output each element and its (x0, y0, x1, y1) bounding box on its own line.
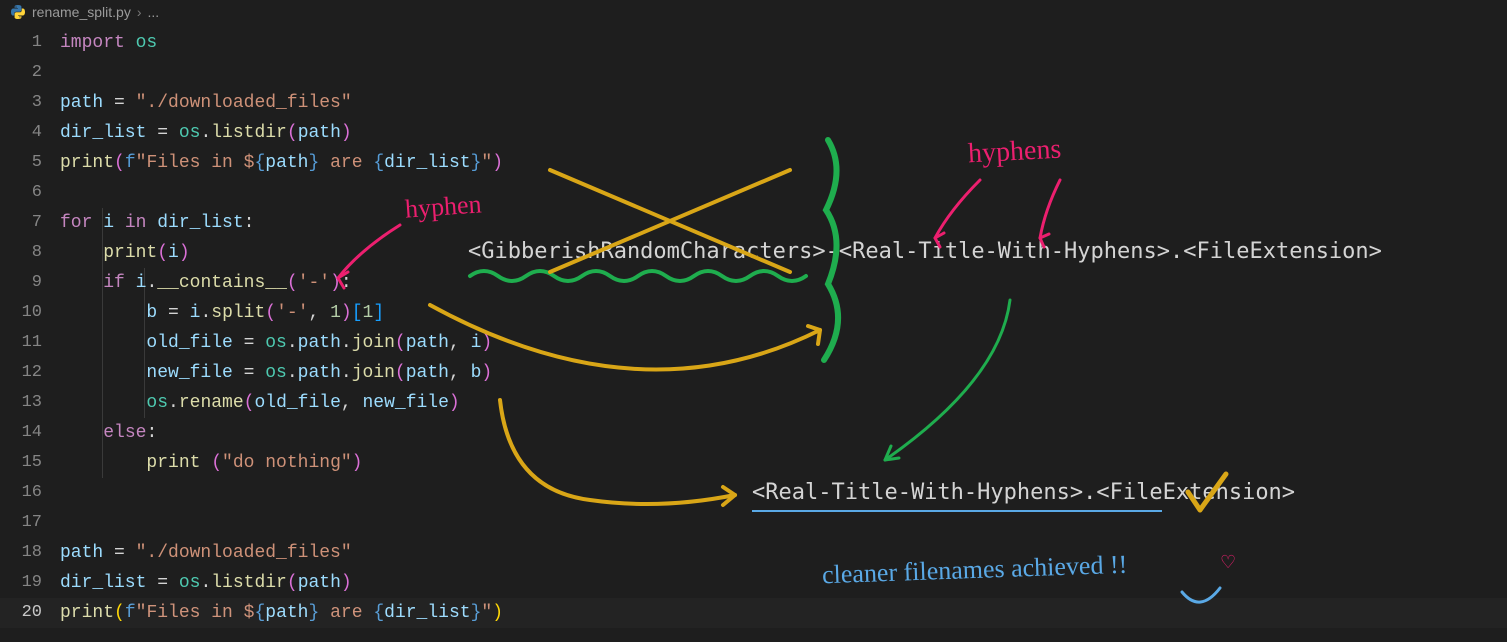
code-line: dir_list = os.listdir(path) (60, 568, 1507, 598)
code-line: path = "./downloaded_files" (60, 538, 1507, 568)
line-number: 1 (0, 28, 60, 58)
line-number: 12 (0, 358, 60, 388)
code-line: if i.__contains__('-'): (60, 268, 1507, 298)
code-line (60, 508, 1507, 538)
code-line: path = "./downloaded_files" (60, 88, 1507, 118)
code-area[interactable]: import os path = "./downloaded_files" di… (60, 24, 1507, 642)
line-number: 5 (0, 148, 60, 178)
code-line: b = i.split('-', 1)[1] (60, 298, 1507, 328)
code-line: os.rename(old_file, new_file) (60, 388, 1507, 418)
code-line (60, 58, 1507, 88)
code-line: dir_list = os.listdir(path) (60, 118, 1507, 148)
code-line: for i in dir_list: (60, 208, 1507, 238)
code-line (60, 478, 1507, 508)
line-number: 14 (0, 418, 60, 448)
line-number: 15 (0, 448, 60, 478)
code-line: print ("do nothing") (60, 448, 1507, 478)
python-file-icon (10, 4, 26, 20)
code-line: old_file = os.path.join(path, i) (60, 328, 1507, 358)
line-number: 9 (0, 268, 60, 298)
code-line: print(f"Files in ${path} are {dir_list}"… (60, 598, 1507, 628)
line-number: 2 (0, 58, 60, 88)
line-number: 18 (0, 538, 60, 568)
line-number: 19 (0, 568, 60, 598)
code-line: import os (60, 28, 1507, 58)
breadcrumb-file[interactable]: rename_split.py (32, 4, 131, 20)
code-line: new_file = os.path.join(path, b) (60, 358, 1507, 388)
chevron-right-icon: › (137, 4, 142, 20)
line-number: 7 (0, 208, 60, 238)
line-number: 10 (0, 298, 60, 328)
line-number: 20 (0, 598, 60, 628)
line-number: 17 (0, 508, 60, 538)
breadcrumb[interactable]: rename_split.py › ... (0, 0, 1507, 24)
breadcrumb-tail[interactable]: ... (148, 4, 160, 20)
line-number: 8 (0, 238, 60, 268)
line-number: 13 (0, 388, 60, 418)
line-number: 6 (0, 178, 60, 208)
line-number: 4 (0, 118, 60, 148)
line-number-gutter: 1234567891011121314151617181920 (0, 24, 60, 642)
code-editor[interactable]: 1234567891011121314151617181920 import o… (0, 24, 1507, 642)
code-line: print(f"Files in ${path} are {dir_list}"… (60, 148, 1507, 178)
code-line: print(i) (60, 238, 1507, 268)
code-line (60, 178, 1507, 208)
line-number: 11 (0, 328, 60, 358)
line-number: 16 (0, 478, 60, 508)
line-number: 3 (0, 88, 60, 118)
code-line: else: (60, 418, 1507, 448)
